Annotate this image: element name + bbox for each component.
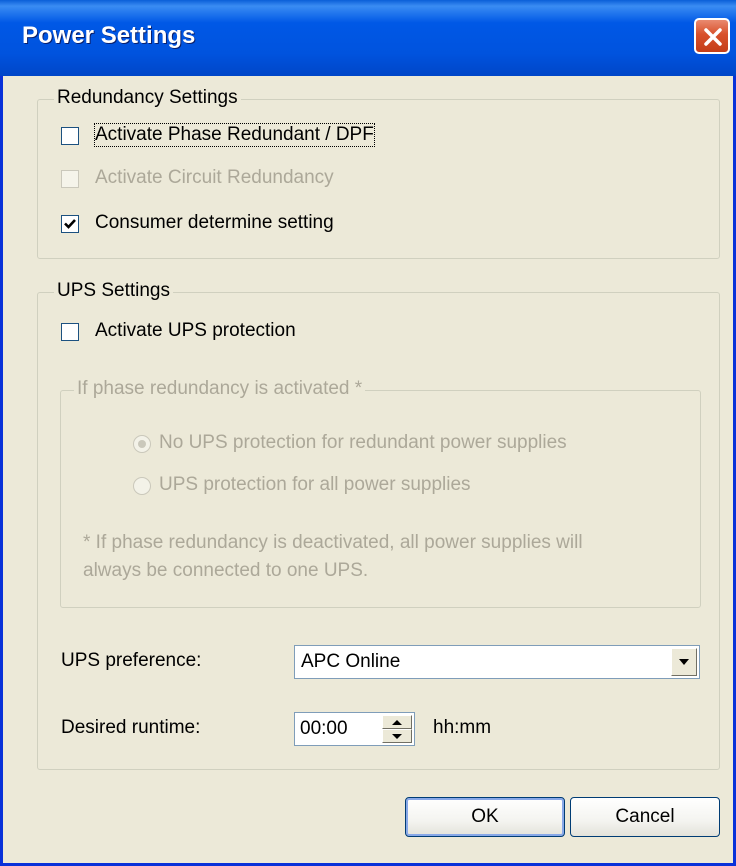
- circuit-redundancy-checkbox[interactable]: [61, 170, 79, 188]
- ups-all-supplies-radio[interactable]: [133, 477, 151, 495]
- spin-down-button[interactable]: [382, 729, 412, 743]
- consumer-determine-checkbox-row[interactable]: Consumer determine setting: [61, 212, 381, 238]
- activate-ups-checkbox-row[interactable]: Activate UPS protection: [61, 320, 361, 346]
- chevron-down-icon: [679, 659, 689, 665]
- dropdown-button[interactable]: [671, 648, 697, 676]
- ups-preference-select[interactable]: APC Online: [294, 645, 700, 679]
- desired-runtime-label: Desired runtime:: [61, 717, 201, 738]
- phase-redundancy-note: * If phase redundancy is deactivated, al…: [83, 529, 683, 585]
- phase-redundant-label: Activate Phase Redundant / DPF: [94, 123, 375, 147]
- arrow-down-icon: [392, 734, 402, 739]
- circuit-redundancy-label: Activate Circuit Redundancy: [95, 167, 334, 188]
- ups-all-supplies-radio-row[interactable]: UPS protection for all power supplies: [133, 474, 553, 500]
- radio-selected-dot: [138, 440, 146, 448]
- ok-button[interactable]: OK: [405, 797, 565, 837]
- note-line-2: always be connected to one UPS.: [83, 560, 369, 581]
- circuit-redundancy-checkbox-row[interactable]: Activate Circuit Redundancy: [61, 167, 381, 193]
- redundancy-settings-title: Redundancy Settings: [54, 87, 241, 109]
- close-button[interactable]: [694, 18, 730, 54]
- consumer-determine-label: Consumer determine setting: [95, 212, 334, 233]
- desired-runtime-value[interactable]: 00:00: [300, 718, 348, 740]
- dialog-title: Power Settings: [22, 22, 196, 49]
- power-settings-dialog: Power Settings Redundancy Settings Activ…: [0, 0, 736, 866]
- activate-ups-label: Activate UPS protection: [95, 320, 296, 341]
- ups-settings-title: UPS Settings: [54, 280, 173, 302]
- close-icon: [704, 28, 722, 46]
- ups-preference-label: UPS preference:: [61, 650, 202, 671]
- desired-runtime-spinner[interactable]: 00:00: [294, 712, 415, 746]
- phase-redundant-checkbox[interactable]: [61, 127, 79, 145]
- no-ups-redundant-radio[interactable]: [133, 435, 151, 453]
- arrow-up-icon: [392, 720, 402, 725]
- no-ups-redundant-radio-row[interactable]: No UPS protection for redundant power su…: [133, 432, 653, 458]
- checkmark-icon: [64, 219, 76, 229]
- cancel-button[interactable]: Cancel: [570, 797, 720, 837]
- activate-ups-checkbox[interactable]: [61, 323, 79, 341]
- ups-all-supplies-label: UPS protection for all power supplies: [159, 474, 471, 495]
- title-bar[interactable]: Power Settings: [0, 0, 736, 76]
- note-line-1: * If phase redundancy is deactivated, al…: [83, 532, 583, 553]
- consumer-determine-checkbox[interactable]: [61, 215, 79, 233]
- ups-preference-value: APC Online: [301, 651, 401, 672]
- no-ups-redundant-label: No UPS protection for redundant power su…: [159, 432, 567, 453]
- spin-up-button[interactable]: [382, 715, 412, 729]
- phase-redundant-checkbox-row[interactable]: Activate Phase Redundant / DPF: [61, 123, 441, 150]
- runtime-unit-label: hh:mm: [433, 717, 492, 738]
- phase-redundancy-group-title: If phase redundancy is activated *: [74, 378, 366, 400]
